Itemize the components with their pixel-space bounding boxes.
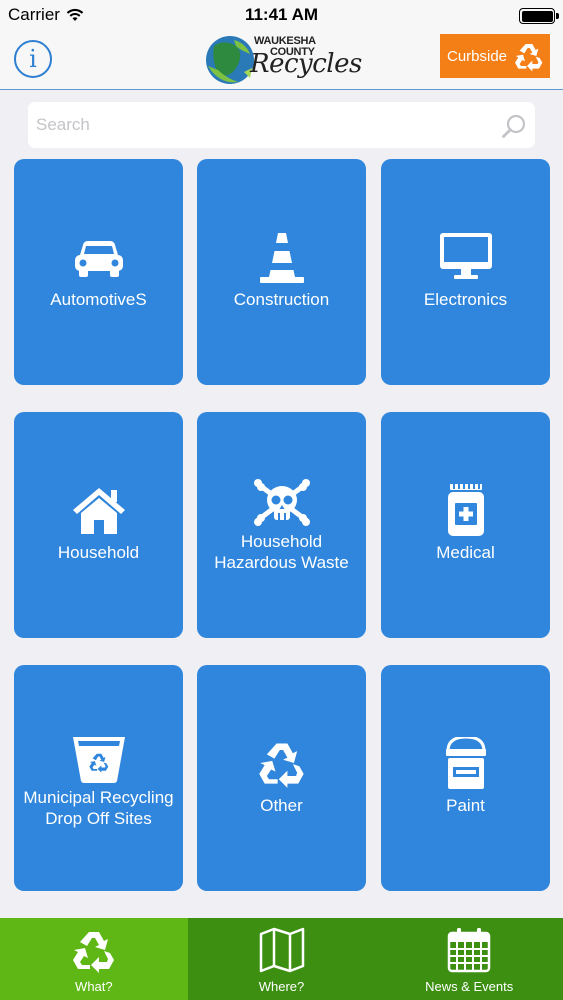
medicine-bottle-icon [447,484,484,536]
house-icon [72,488,125,534]
search-icon[interactable] [501,113,527,139]
status-bar: Carrier 11:41 AM [0,0,563,30]
tile-medical[interactable]: Medical [381,412,550,638]
tile-label: Household [57,543,140,562]
recycle-icon [258,743,304,788]
tile-label: Electronics [423,290,508,309]
tile-label: Construction [233,290,330,309]
map-icon [259,927,304,973]
recycle-bin-icon [72,737,125,783]
tile-other[interactable]: Other [197,665,366,891]
search-bar [28,102,535,148]
tile-paint[interactable]: Paint [381,665,550,891]
tab-bar: What? Where? News & Events [0,918,563,1000]
search-input[interactable] [28,102,535,148]
info-icon: i [29,45,37,73]
tab-news-events[interactable]: News & Events [375,918,563,1000]
logo: WAUKESHA COUNTY Recycles [204,32,362,88]
recycle-icon [515,44,543,72]
tile-label: Medical [436,543,495,562]
tab-label: Where? [258,979,305,994]
curbside-label: Curbside [447,47,508,65]
tile-label: Other [260,796,303,815]
traffic-cone-icon [259,233,304,283]
skull-crossbones-icon [253,479,310,526]
tile-label: Household Hazardous Waste [214,532,349,572]
tile-household-hazardous-waste[interactable]: Household Hazardous Waste [197,412,366,638]
status-time: 11:41 AM [244,5,319,24]
tab-where[interactable]: Where? [188,918,376,1000]
logo-text-recycles: Recycles [250,49,362,79]
car-icon [74,241,123,277]
tab-what[interactable]: What? [0,918,188,1000]
calendar-icon [447,928,491,973]
paint-can-icon [445,737,486,789]
tile-label: AutomotiveS [50,290,147,309]
tile-municipal-recycling-drop-off-sites[interactable]: Municipal Recycling Drop Off Sites [14,665,183,891]
tile-label: Municipal Recycling Drop Off Sites [23,788,174,828]
tile-automotives[interactable]: AutomotiveS [14,159,183,385]
curbside-button[interactable]: Curbside [440,34,550,78]
recycle-icon [72,932,114,973]
tab-label: News & Events [425,979,514,994]
monitor-icon [439,233,492,279]
info-button[interactable]: i [14,40,52,78]
nav-bar: i WAUKESHA COUNTY Recycles Curbside [0,30,563,90]
tile-label: Paint [446,796,485,815]
tile-household[interactable]: Household [14,412,183,638]
tile-construction[interactable]: Construction [197,159,366,385]
tile-electronics[interactable]: Electronics [381,159,550,385]
battery-icon [519,8,559,24]
tab-label: What? [75,979,113,994]
